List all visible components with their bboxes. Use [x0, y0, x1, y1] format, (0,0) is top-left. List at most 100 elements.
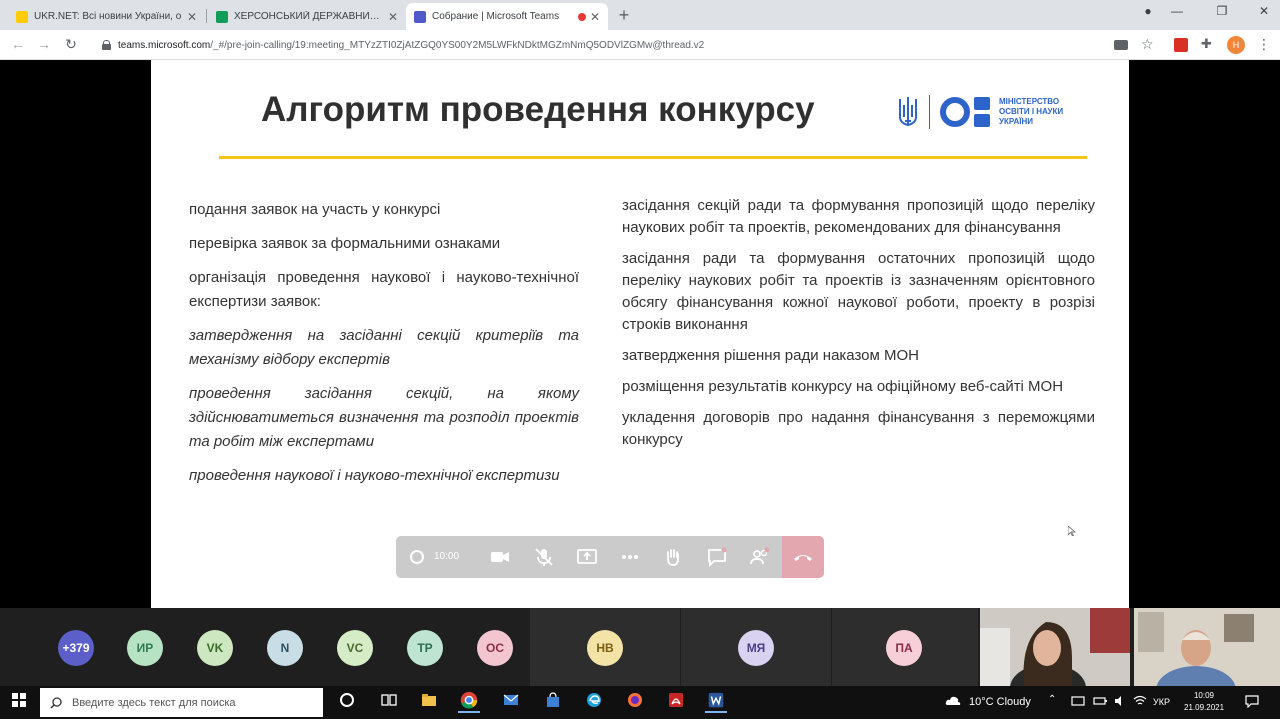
participant-avatar[interactable]: НВ: [587, 630, 623, 666]
system-clock[interactable]: 10:09 21.09.2021: [1184, 690, 1224, 714]
presentation-slide: Алгоритм проведення конкурсу МІНІСТЕРСТВ…: [151, 60, 1129, 608]
participant-avatar[interactable]: ПА: [886, 630, 922, 666]
firefox-icon[interactable]: [627, 692, 643, 708]
wifi-icon[interactable]: [1133, 694, 1147, 708]
participant-avatar[interactable]: VK: [197, 630, 233, 666]
browser-tab-kherson[interactable]: ХЕРСОНСЬКИЙ ДЕРЖАВНИЙ А ✕: [208, 3, 406, 30]
close-window-button[interactable]: ✕: [1249, 4, 1279, 18]
browser-tab-teams[interactable]: Собрание | Microsoft Teams ✕: [406, 3, 608, 30]
windows-start-button[interactable]: [12, 693, 26, 707]
participants-button[interactable]: [748, 545, 772, 569]
store-icon[interactable]: [545, 692, 561, 708]
ministry-name: МІНІСТЕРСТВО ОСВІТИ І НАУКИ УКРАЇНИ: [999, 97, 1091, 127]
step-item: затвердження рішення ради наказом МОН: [622, 347, 919, 364]
sub-step-item: затвердження на засіданні секцій критері…: [189, 327, 579, 368]
task-view-icon[interactable]: [381, 692, 397, 708]
action-center-icon[interactable]: [1245, 694, 1259, 708]
microphone-toggle-button[interactable]: [532, 545, 556, 569]
word-icon: [708, 692, 724, 708]
url-domain: teams.microsoft.com: [118, 39, 211, 51]
participant-avatar[interactable]: N: [267, 630, 303, 666]
word-taskbar-button[interactable]: [705, 691, 727, 713]
share-content-button[interactable]: [575, 545, 599, 569]
trident-coat-of-arms-icon: [899, 97, 917, 127]
chat-button[interactable]: [705, 545, 729, 569]
close-tab-icon[interactable]: ✕: [388, 10, 398, 24]
participant-avatar[interactable]: ОС: [477, 630, 513, 666]
battery-icon[interactable]: [1093, 694, 1107, 708]
mouse-pointer-icon: [1068, 526, 1076, 536]
chrome-taskbar-button[interactable]: [458, 691, 480, 713]
reload-icon[interactable]: ↻: [61, 36, 81, 53]
overflow-count: +379: [62, 641, 90, 655]
slide-left-column: подання заявок на участь у конкурсі пере…: [189, 198, 579, 498]
ukrnet-favicon-icon: [16, 10, 28, 23]
participant-video-woman[interactable]: [980, 608, 1130, 686]
speaker-icon[interactable]: [1113, 694, 1127, 708]
close-tab-icon[interactable]: ✕: [187, 10, 197, 24]
tab-search-icon[interactable]: ●: [1133, 4, 1163, 18]
shared-screen-stage: Алгоритм проведення конкурсу МІНІСТЕРСТВ…: [0, 60, 1280, 608]
sheets-favicon-icon: [216, 10, 228, 23]
maximize-button[interactable]: ❐: [1207, 4, 1237, 18]
chrome-icon: [460, 691, 478, 709]
edge-icon[interactable]: [586, 692, 602, 708]
new-tab-button[interactable]: +: [614, 5, 634, 25]
weather-cloud-icon: [945, 696, 961, 705]
camera-permission-icon[interactable]: [1114, 40, 1128, 50]
back-arrow-icon[interactable]: ←: [8, 36, 28, 52]
slide-right-column: засідання секцій ради та формування проп…: [622, 195, 1095, 460]
profile-avatar[interactable]: Н: [1227, 36, 1245, 54]
file-explorer-icon[interactable]: [421, 692, 437, 708]
network-icon[interactable]: [1071, 694, 1085, 708]
hang-up-icon: [794, 555, 812, 561]
tab-title: Собрание | Microsoft Teams: [432, 11, 560, 22]
raise-hand-button[interactable]: [661, 545, 685, 569]
minimize-button[interactable]: —: [1162, 4, 1192, 18]
lock-icon: [102, 40, 111, 50]
participant-avatar[interactable]: +379: [58, 630, 94, 666]
participant-avatar[interactable]: МЯ: [738, 630, 774, 666]
sub-step-item: проведення наукової і науково-технічної …: [189, 467, 560, 484]
step-item: засідання секцій ради та формування проп…: [622, 197, 1095, 236]
mail-icon[interactable]: [503, 692, 519, 708]
weather-widget[interactable]: 10°C Cloudy: [969, 696, 1031, 708]
search-placeholder: Введите здесь текст для поиска: [72, 696, 236, 709]
participant-avatar[interactable]: VC: [337, 630, 373, 666]
keyboard-language[interactable]: УКР: [1153, 697, 1170, 707]
show-hidden-icons-chevron-icon[interactable]: ⌃: [1048, 694, 1056, 705]
participant-initials: ОС: [486, 641, 504, 655]
address-bar[interactable]: teams.microsoft.com /_#/pre-join-calling…: [92, 34, 1106, 56]
forward-arrow-icon[interactable]: →: [34, 36, 54, 52]
participant-avatar[interactable]: TP: [407, 630, 443, 666]
screen: UKR.NET: Всі новини України, о ✕ ХЕРСОНС…: [0, 0, 1280, 719]
leave-call-button[interactable]: [782, 536, 824, 578]
participant-avatar[interactable]: ИР: [127, 630, 163, 666]
pdf-extension-icon[interactable]: [1174, 38, 1188, 52]
tab-title: ХЕРСОНСЬКИЙ ДЕРЖАВНИЙ А: [234, 11, 384, 22]
taskbar-search-box[interactable]: Введите здесь текст для поиска: [40, 688, 323, 717]
participant-initials: N: [280, 641, 290, 655]
cortana-icon[interactable]: [339, 692, 355, 708]
teams-favicon-icon: [414, 10, 426, 23]
close-tab-icon[interactable]: ✕: [590, 10, 600, 24]
logo-divider: [929, 95, 930, 129]
browser-menu-icon[interactable]: ⋮: [1257, 36, 1271, 53]
bookmark-star-icon[interactable]: ☆: [1141, 36, 1155, 52]
meeting-timer: 10:00: [434, 551, 460, 562]
url-path: /_#/pre-join-calling/19:meeting_MTYzZTI0…: [210, 39, 705, 51]
step-item: перевірка заявок за формальними ознаками: [189, 235, 501, 252]
slide-title: Алгоритм проведення конкурсу: [261, 90, 815, 129]
camera-toggle-button[interactable]: [488, 545, 512, 569]
ministry-logo: МІНІСТЕРСТВО ОСВІТИ І НАУКИ УКРАЇНИ: [897, 92, 1091, 132]
more-actions-button[interactable]: [618, 545, 642, 569]
search-icon: [50, 696, 62, 709]
participant-video-man[interactable]: [1134, 608, 1280, 686]
ministry-name-line: УКРАЇНИ: [999, 117, 1034, 126]
browser-tab-ukrnet[interactable]: UKR.NET: Всі новини України, о ✕: [8, 3, 205, 30]
participant-initials: VK: [206, 641, 224, 655]
ministry-name-line: МІНІСТЕРСТВО: [999, 97, 1060, 106]
acrobat-reader-icon[interactable]: [668, 692, 684, 708]
extensions-puzzle-icon[interactable]: ✚: [1201, 36, 1215, 51]
sub-step-item: проведення засідання секцій, на якому зд…: [189, 385, 579, 450]
